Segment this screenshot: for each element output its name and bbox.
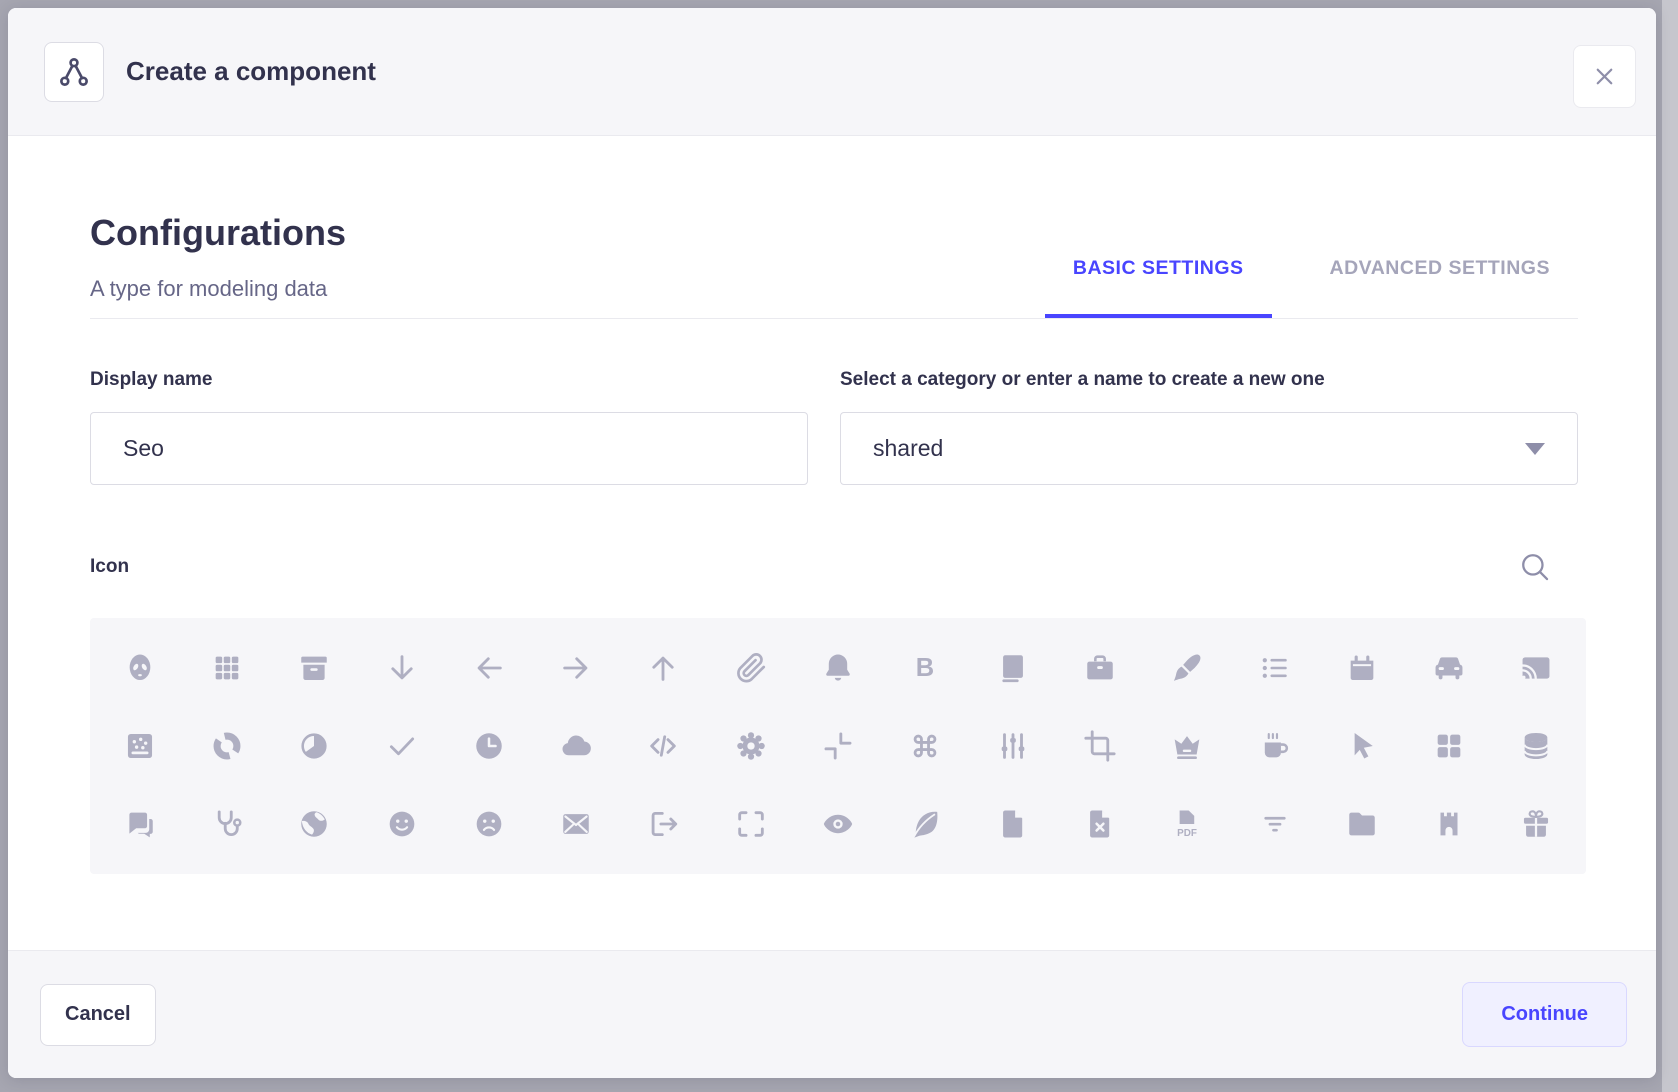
emotion-unhappy-icon[interactable] — [445, 785, 532, 863]
arrow-down-icon[interactable] — [358, 629, 445, 707]
icon-picker-header: Icon — [90, 550, 1578, 584]
dashboard-icon[interactable] — [1405, 707, 1492, 785]
bold-icon[interactable]: B — [882, 629, 969, 707]
cursor-icon[interactable] — [1318, 707, 1405, 785]
tab-basic-settings[interactable]: BASIC SETTINGS — [1045, 257, 1272, 318]
dialog-title: Create a component — [126, 56, 376, 87]
command-icon[interactable] — [882, 707, 969, 785]
file-error-icon[interactable] — [1056, 785, 1143, 863]
icon-grid-row — [96, 707, 1580, 785]
dialog-header: Create a component — [8, 8, 1656, 136]
car-icon[interactable] — [1405, 629, 1492, 707]
page-scrollbar[interactable] — [1662, 0, 1678, 1092]
dialog-body: Configurations A type for modeling data … — [8, 136, 1656, 950]
expand-icon[interactable] — [707, 785, 794, 863]
discuss-icon[interactable] — [96, 785, 183, 863]
display-name-input[interactable] — [90, 412, 808, 485]
close-button[interactable] — [1573, 45, 1636, 108]
folder-icon[interactable] — [1318, 785, 1405, 863]
fortress-icon[interactable] — [1405, 785, 1492, 863]
section-subheading: A type for modeling data — [90, 276, 327, 302]
category-label: Select a category or enter a name to cre… — [840, 368, 1578, 392]
attachment-icon[interactable] — [707, 629, 794, 707]
icon-grid-row: B — [96, 629, 1580, 707]
file-pdf-icon[interactable]: PDF — [1144, 785, 1231, 863]
display-name-field: Display name — [90, 368, 808, 485]
icon-grid: B PDF — [90, 618, 1586, 874]
cup-icon[interactable] — [1231, 707, 1318, 785]
icon-label: Icon — [90, 556, 129, 578]
feather-icon[interactable] — [882, 785, 969, 863]
alien-icon[interactable] — [96, 629, 183, 707]
check-icon[interactable] — [358, 707, 445, 785]
create-component-dialog: Create a component Configurations A type… — [8, 8, 1656, 1078]
display-name-label: Display name — [90, 368, 808, 392]
envelope-icon[interactable] — [532, 785, 619, 863]
search-icon[interactable] — [1518, 550, 1552, 584]
continue-button[interactable]: Continue — [1462, 982, 1627, 1047]
chevron-down-icon — [1525, 443, 1545, 455]
arrow-up-icon[interactable] — [620, 629, 707, 707]
file-icon[interactable] — [969, 785, 1056, 863]
chart-pie-icon[interactable] — [271, 707, 358, 785]
briefcase-icon[interactable] — [1056, 629, 1143, 707]
category-selected-value: shared — [873, 435, 943, 462]
apps-icon[interactable] — [183, 629, 270, 707]
emotion-happy-icon[interactable] — [358, 785, 445, 863]
calendar-icon[interactable] — [1318, 629, 1405, 707]
cast-icon[interactable] — [1493, 629, 1580, 707]
crown-icon[interactable] — [1144, 707, 1231, 785]
chart-bubble-icon[interactable] — [96, 707, 183, 785]
arrow-left-icon[interactable] — [445, 629, 532, 707]
collapse-icon[interactable] — [794, 707, 881, 785]
sliders-icon[interactable] — [969, 707, 1056, 785]
cancel-button[interactable]: Cancel — [40, 984, 156, 1046]
eye-icon[interactable] — [794, 785, 881, 863]
cog-icon[interactable] — [707, 707, 794, 785]
cloud-icon[interactable] — [532, 707, 619, 785]
bell-icon[interactable] — [794, 629, 881, 707]
earth-icon[interactable] — [271, 785, 358, 863]
settings-tabs: BASIC SETTINGS ADVANCED SETTINGS — [1045, 257, 1578, 318]
tabs-divider — [90, 318, 1578, 319]
category-select[interactable]: shared — [840, 412, 1578, 485]
svg-text:B: B — [916, 654, 934, 682]
svg-text:PDF: PDF — [1177, 828, 1197, 839]
archive-icon[interactable] — [271, 629, 358, 707]
bullet-list-icon[interactable] — [1231, 629, 1318, 707]
tab-advanced-settings[interactable]: ADVANCED SETTINGS — [1302, 257, 1579, 318]
arrow-right-icon[interactable] — [532, 629, 619, 707]
section-heading: Configurations — [90, 212, 346, 254]
category-field: Select a category or enter a name to cre… — [840, 368, 1578, 485]
code-icon[interactable] — [620, 707, 707, 785]
doctor-icon[interactable] — [183, 785, 270, 863]
clock-icon[interactable] — [445, 707, 532, 785]
exit-icon[interactable] — [620, 785, 707, 863]
dialog-footer: Cancel Continue — [8, 950, 1656, 1078]
icon-grid-row: PDF — [96, 785, 1580, 863]
crop-icon[interactable] — [1056, 707, 1143, 785]
filter-icon[interactable] — [1231, 785, 1318, 863]
book-icon[interactable] — [969, 629, 1056, 707]
close-icon — [1591, 63, 1618, 90]
brush-icon[interactable] — [1144, 629, 1231, 707]
database-icon[interactable] — [1493, 707, 1580, 785]
gift-icon[interactable] — [1493, 785, 1580, 863]
chart-circle-icon[interactable] — [183, 707, 270, 785]
component-icon — [44, 42, 104, 102]
